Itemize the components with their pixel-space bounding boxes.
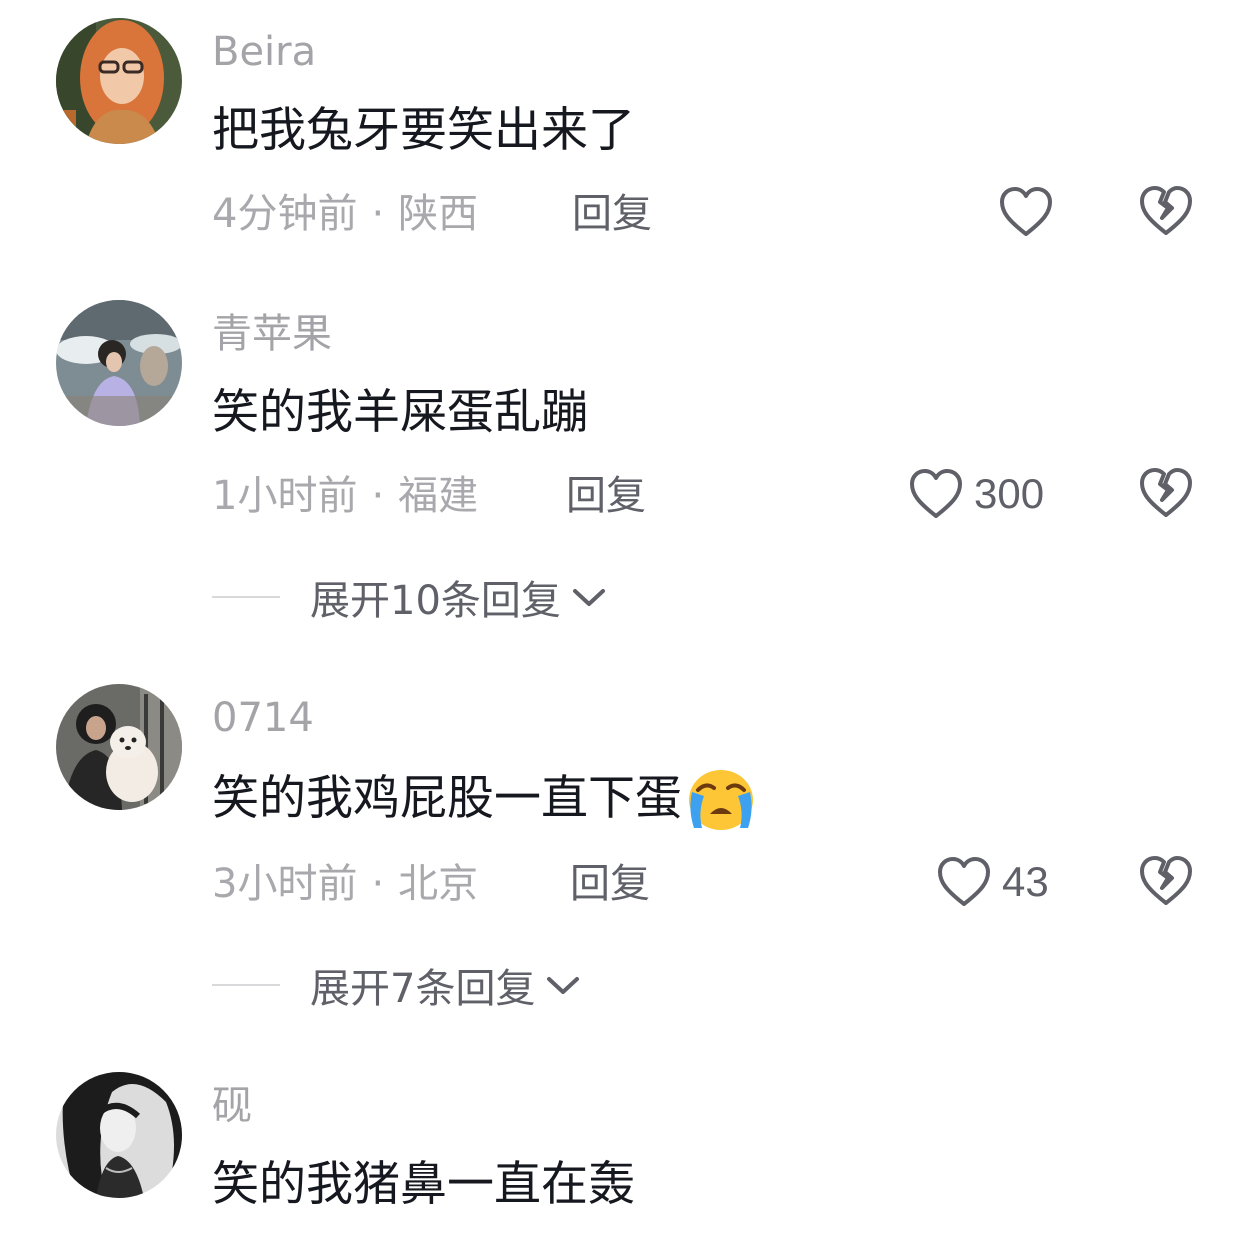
heart-outline-icon [910,469,962,518]
dislike-button[interactable] [1138,184,1194,240]
like-count: 300 [974,470,1045,517]
chevron-down-icon [572,589,605,606]
comment-username[interactable]: 0714 [212,694,314,742]
comment-meta: 4分钟前 · 陕西 [212,190,478,238]
comment-text-content: 笑的我羊屎蛋乱蹦 [212,385,588,440]
comment-location: 福建 [398,473,479,519]
broken-heart-icon [1140,468,1192,517]
like-button[interactable] [998,184,1054,240]
reply-button[interactable]: 回复 [572,190,652,238]
heart-outline-icon [938,857,990,906]
comment-location: 陕西 [398,191,479,237]
expand-replies-label: 展开7条回复 [310,966,536,1012]
comment-meta: 1小时前 · 福建 [212,472,478,520]
dislike-button[interactable] [1138,854,1194,910]
comment-text-content: 笑的我鸡屁股一直下蛋 [212,771,682,826]
comment-username[interactable]: Beira [212,28,316,76]
comment-text: 笑的我羊屎蛋乱蹦 [212,384,588,442]
broken-heart-icon [1140,186,1192,235]
avatar[interactable] [56,300,182,426]
like-button[interactable]: 43 [936,854,1049,910]
comment-location: 北京 [398,861,479,907]
comment-text-content: 把我兔牙要笑出来了 [212,103,635,158]
comment-time: 1小时前 [212,473,358,519]
comment-meta: 3小时前 · 北京 [212,860,478,908]
broken-heart-icon [1140,856,1192,905]
chevron-down-icon [547,977,580,994]
like-count: 43 [1002,858,1049,905]
comment-time: 3小时前 [212,861,358,907]
meta-separator: · [371,473,385,519]
expand-replies-label: 展开10条回复 [310,578,561,624]
avatar[interactable] [56,1072,182,1198]
reply-button[interactable]: 回复 [570,860,650,908]
expand-replies-button[interactable]: 展开7条回复 [212,960,581,1012]
heart-outline-icon [1000,187,1052,236]
loudly-crying-face-icon [689,770,753,830]
like-button[interactable]: 300 [908,466,1044,522]
comment-text: 把我兔牙要笑出来了 [212,102,635,160]
comment-text: 笑的我猪鼻一直在轰 [212,1156,635,1214]
dislike-button[interactable] [1138,466,1194,522]
comment-text: 笑的我鸡屁股一直下蛋 [212,766,758,832]
avatar[interactable] [56,684,182,810]
expand-replies-button[interactable]: 展开10条回复 [212,572,607,624]
avatar[interactable] [56,18,182,144]
meta-separator: · [371,861,385,907]
comment-time: 4分钟前 [212,191,358,237]
comment-username[interactable]: 青苹果 [212,310,332,358]
expand-divider [212,984,280,986]
comment-text-content: 笑的我猪鼻一直在轰 [212,1157,635,1212]
expand-divider [212,596,280,598]
comment-username[interactable]: 砚 [212,1082,252,1130]
reply-button[interactable]: 回复 [566,472,646,520]
meta-separator: · [371,191,385,237]
